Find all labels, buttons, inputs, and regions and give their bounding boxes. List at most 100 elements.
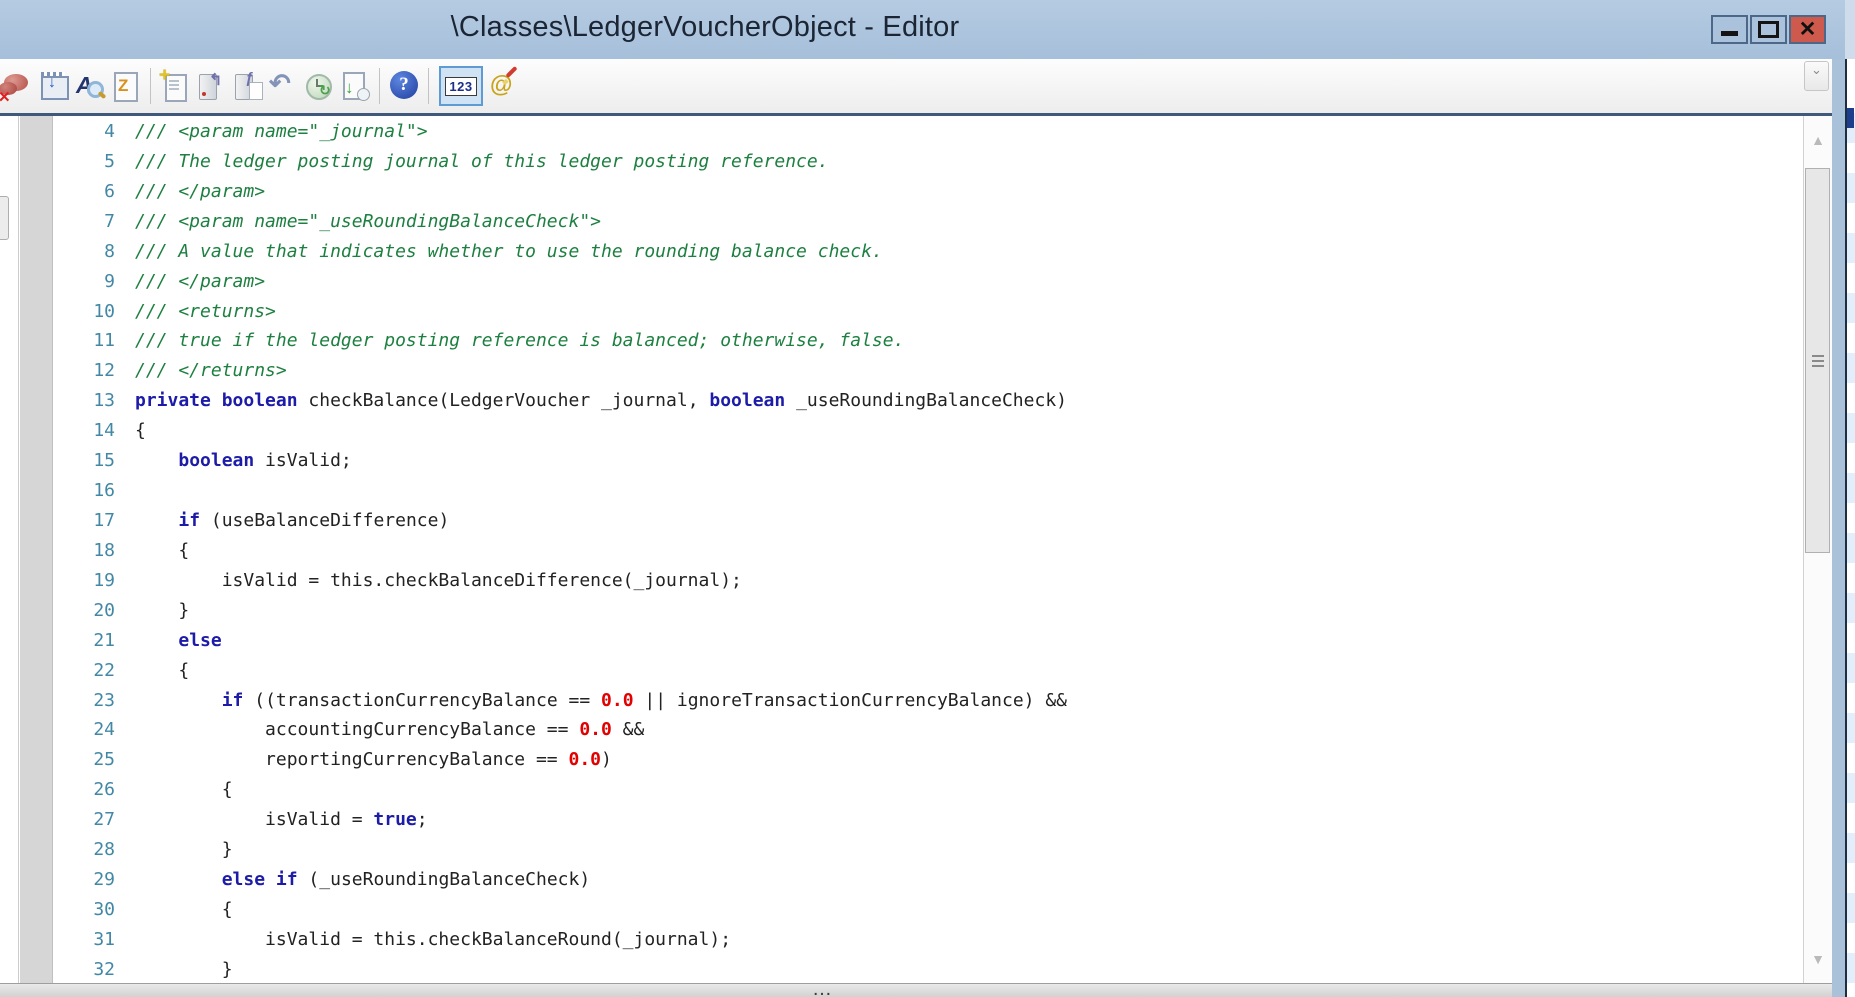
toolbar-separator [428,68,429,104]
minimize-button[interactable] [1711,15,1748,44]
new-method-button[interactable]: + [159,68,191,104]
code-text: } [135,955,233,983]
code-text: /// <param name="_useRoundingBalanceChec… [135,207,601,237]
toolbar: ✕ ↓ A Z + ↰ ƒ [0,59,1834,116]
code-text: if ((transactionCurrencyBalance == 0.0 |… [135,686,1067,716]
titlebar[interactable]: \Classes\LedgerVoucherObject - Editor ✕ [0,0,1845,60]
code-line[interactable]: 8/// A value that indicates whether to u… [0,237,1803,267]
code-line[interactable]: 30 { [0,895,1803,925]
code-text: /// A value that indicates whether to us… [135,237,883,267]
code-text: /// The ledger posting journal of this l… [135,147,829,177]
code-line[interactable]: 25 reportingCurrencyBalance == 0.0) [0,745,1803,775]
code-line[interactable]: 5/// The ledger posting journal of this … [0,147,1803,177]
code-line[interactable]: 23 if ((transactionCurrencyBalance == 0.… [0,686,1803,716]
undo-button[interactable]: ↶ [267,68,299,104]
scrollbar-thumb[interactable] [1805,168,1830,553]
vertical-scrollbar[interactable]: ▲ ▼ [1803,116,1832,983]
methods-pane-scrollbar-thumb[interactable] [0,196,9,240]
background-window-icon [1847,108,1854,128]
code-line[interactable]: 24 accountingCurrencyBalance == 0.0 && [0,715,1803,745]
code-line[interactable]: 11/// true if the ledger posting referen… [0,326,1803,356]
label-editor-button[interactable]: @ [489,68,521,104]
code-line[interactable]: 12/// </returns> [0,356,1803,386]
scroll-up-icon[interactable]: ▲ [1804,116,1832,164]
methods-pane-edge [0,116,19,983]
splitter-grip-icon: … [812,978,833,997]
code-line[interactable]: 26 { [0,775,1803,805]
window-right-border [1832,59,1845,997]
code-line[interactable]: 28 } [0,835,1803,865]
toolbar-separator [379,68,380,104]
code-line[interactable]: 31 isValid = this.checkBalanceRound(_jou… [0,925,1803,955]
code-text: /// </returns> [135,356,287,386]
horizontal-splitter[interactable]: … [0,983,1832,997]
code-editor-surface[interactable]: 4/// <param name="_journal">5/// The led… [0,116,1803,983]
code-line[interactable]: 10/// <returns> [0,297,1803,327]
code-text: { [135,416,146,446]
code-text: { [135,536,189,566]
close-icon: ✕ [1799,19,1817,40]
code-line[interactable]: 15 boolean isValid; [0,446,1803,476]
code-text: reportingCurrencyBalance == 0.0) [135,745,612,775]
help-button[interactable]: ? [388,68,420,104]
code-text: /// true if the ledger posting reference… [135,326,904,356]
code-line[interactable]: 19 isValid = this.checkBalanceDifference… [0,566,1803,596]
import-button[interactable]: ↓ [38,68,70,104]
code-line[interactable]: 7/// <param name="_useRoundingBalanceChe… [0,207,1803,237]
find-button[interactable]: A [74,68,106,104]
code-text: /// </param> [135,267,265,297]
toolbar-overflow-icon: ⌄ [1805,64,1828,76]
code-line[interactable]: 32 } [0,955,1803,983]
code-line[interactable]: 16 [0,476,1803,506]
code-line[interactable]: 29 else if (_useRoundingBalanceCheck) [0,865,1803,895]
code-text: isValid = true; [135,805,428,835]
scroll-down-icon[interactable]: ▼ [1804,935,1832,983]
code-text: } [135,835,233,865]
undo-icon: ↶ [269,68,291,99]
toolbar-separator [150,68,151,104]
code-text: /// </param> [135,177,265,207]
code-line[interactable]: 17 if (useBalanceDifference) [0,506,1803,536]
code-line[interactable]: 14{ [0,416,1803,446]
code-line[interactable]: 18 { [0,536,1803,566]
editor-window: \Classes\LedgerVoucherObject - Editor ✕ … [0,0,1855,997]
history-button[interactable]: ↻ [303,68,335,104]
code-line[interactable]: 20 } [0,596,1803,626]
background-window-edge [1845,0,1855,997]
get-from-server-button[interactable]: ƒ [231,68,263,104]
code-line[interactable]: 4/// <param name="_journal"> [0,117,1803,147]
code-text: accountingCurrencyBalance == 0.0 && [135,715,644,745]
window-title: \Classes\LedgerVoucherObject - Editor [0,11,1410,44]
code-line[interactable]: 27 isValid = true; [0,805,1803,835]
code-lines: 4/// <param name="_journal">5/// The led… [0,117,1803,983]
code-line[interactable]: 6/// </param> [0,177,1803,207]
code-line[interactable]: 13private boolean checkBalance(LedgerVou… [0,386,1803,416]
code-text: boolean isValid; [135,446,352,476]
code-text: /// <param name="_journal"> [135,117,428,147]
maximize-button[interactable] [1750,15,1787,44]
save-version-button[interactable]: ↓ [339,68,371,104]
minimize-icon [1721,31,1738,36]
code-text: if (useBalanceDifference) [135,506,449,536]
send-to-server-button[interactable]: ↰ [195,68,227,104]
compile-button[interactable]: ✕ [2,68,34,104]
maximize-icon [1758,21,1779,38]
toolbar-overflow-button[interactable]: ⌄ [1804,61,1829,91]
code-text: else [135,626,222,656]
code-text: private boolean checkBalance(LedgerVouch… [135,386,1067,416]
code-line[interactable]: 21 else [0,626,1803,656]
line-numbers-icon: 123 [445,77,476,96]
code-text: { [135,775,233,805]
close-button[interactable]: ✕ [1789,15,1826,44]
code-text: else if (_useRoundingBalanceCheck) [135,865,590,895]
code-line[interactable]: 22 { [0,656,1803,686]
help-icon: ? [390,71,418,99]
code-text: isValid = this.checkBalanceRound(_journa… [135,925,731,955]
scrollbar-grip-icon [1812,355,1824,369]
code-text: isValid = this.checkBalanceDifference(_j… [135,566,742,596]
line-numbers-toggle[interactable]: 123 [439,66,483,106]
code-line[interactable]: 9/// </param> [0,267,1803,297]
code-text: /// <returns> [135,297,276,327]
script-button[interactable]: Z [110,68,142,104]
code-text: { [135,656,189,686]
